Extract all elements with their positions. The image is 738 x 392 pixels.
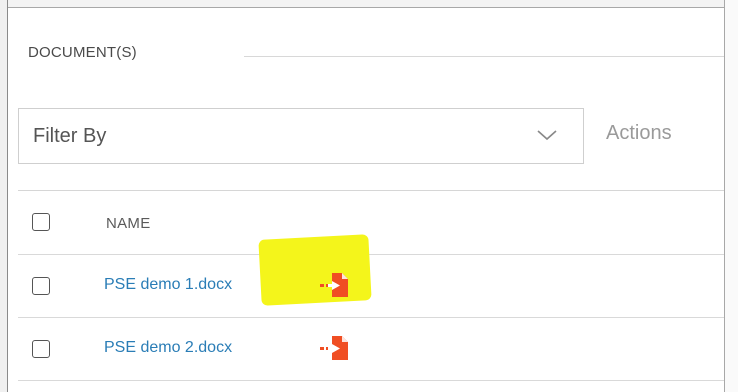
window-left-edge	[0, 0, 8, 392]
file-link[interactable]: PSE demo 2.docx	[104, 339, 232, 357]
window-top-edge	[0, 0, 738, 8]
chevron-down-icon	[537, 130, 557, 141]
table-row: PSE demo 2.docx	[18, 318, 724, 381]
select-all-checkbox[interactable]	[32, 213, 50, 231]
file-export-icon[interactable]	[318, 334, 350, 362]
table-header-row: NAME	[18, 191, 724, 255]
highlight-marker	[258, 234, 372, 306]
column-header-name[interactable]: NAME	[106, 215, 151, 232]
filter-by-value: Filter By	[33, 125, 107, 147]
row-checkbox[interactable]	[32, 277, 50, 295]
actions-button[interactable]: Actions	[606, 122, 672, 145]
document-panel: DOCUMENT(S) Filter By Actions NAME PSE d…	[0, 0, 738, 392]
section-title: DOCUMENT(S)	[28, 44, 137, 61]
window-right-edge	[724, 0, 738, 392]
table-row: PSE demo 1.docx	[18, 234, 724, 318]
documents-table: NAME PSE demo 1.docx PSE demo 2.docx	[18, 190, 724, 381]
section-divider	[244, 56, 724, 57]
file-link[interactable]: PSE demo 1.docx	[104, 276, 232, 294]
file-export-icon[interactable]	[318, 271, 350, 299]
row-checkbox[interactable]	[32, 340, 50, 358]
filter-by-dropdown[interactable]: Filter By	[18, 108, 584, 164]
